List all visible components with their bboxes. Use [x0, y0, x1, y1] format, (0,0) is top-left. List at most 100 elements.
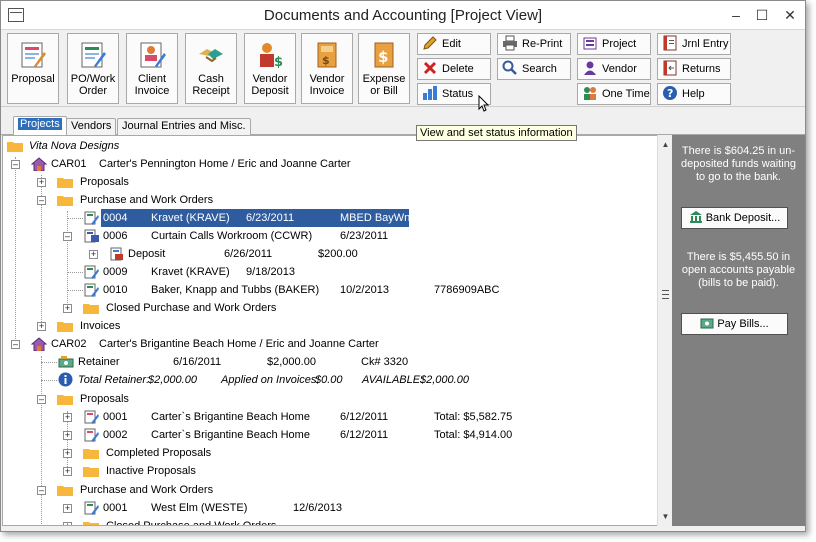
po-work-order-button[interactable]: PO/Work Order	[67, 33, 119, 104]
tab-projects-label: Projects	[18, 118, 62, 130]
project-button[interactable]: Project	[577, 33, 651, 55]
bank-deposit-label: Bank Deposit...	[705, 212, 781, 224]
side-panel: There is $604.25 in un-deposited funds w…	[672, 135, 805, 526]
tab-projects[interactable]: Projects	[13, 116, 67, 136]
accounts-payable-message: There is $5,455.50 in open accounts paya…	[681, 251, 796, 289]
delete-button[interactable]: Delete	[417, 58, 491, 80]
jrnl-entry-button[interactable]: Jrnl Entry	[657, 33, 731, 55]
close-icon[interactable]: ✕	[773, 1, 807, 29]
closed-po2-label: Closed Purchase and Work Orders	[106, 520, 277, 526]
one-time-button[interactable]: One Time	[577, 83, 651, 105]
expand-icon[interactable]: +	[37, 178, 46, 187]
expand-icon[interactable]: +	[63, 304, 72, 313]
tab-vendors-label: Vendors	[71, 120, 112, 132]
proposals2-label: Proposals	[80, 393, 129, 405]
retainer-amount: $2,000.00	[267, 356, 316, 368]
tab-journal-entries[interactable]: Journal Entries and Misc.	[117, 118, 251, 135]
expand-icon[interactable]: +	[63, 431, 72, 440]
purchase-order-icon	[84, 501, 99, 515]
undeposited-funds-message: There is $604.25 in un-deposited funds w…	[681, 145, 796, 183]
tree-guide	[67, 290, 83, 291]
one-time-label: One Time	[602, 88, 650, 100]
mouse-cursor-icon	[478, 95, 490, 112]
scroll-down-icon[interactable]: ▼	[658, 509, 673, 524]
vendor-deposit-label-1: Vendor	[252, 73, 288, 85]
delete-label: Delete	[442, 63, 474, 75]
folder-icon	[57, 196, 73, 206]
expand-icon[interactable]: +	[63, 467, 72, 476]
reprint-button[interactable]: Re-Print	[497, 33, 571, 55]
vendor-label: Vendor	[602, 63, 637, 75]
expand-icon[interactable]: +	[63, 504, 72, 513]
collapse-icon[interactable]: –	[11, 340, 20, 349]
vendor-person-icon	[584, 61, 596, 76]
returns-button[interactable]: Returns	[657, 58, 731, 80]
vendor-invoice-label-2: Invoice	[309, 85, 345, 97]
title-bar: Documents and Accounting [Project View] …	[1, 1, 805, 30]
vendor-invoice-button[interactable]: $ Vendor Invoice	[301, 33, 353, 104]
collapse-icon[interactable]: –	[63, 232, 72, 241]
pencil-icon	[423, 36, 437, 50]
folder-icon	[83, 467, 99, 477]
vendor-deposit-button[interactable]: $ Vendor Deposit	[244, 33, 296, 104]
search-button[interactable]: Search	[497, 58, 571, 80]
po2-0001-vendor: West Elm (WESTE)	[151, 502, 248, 514]
collapse-icon[interactable]: –	[37, 395, 46, 404]
po-wo2-label: Purchase and Work Orders	[80, 484, 214, 496]
proposals-label: Proposals	[80, 176, 129, 188]
scroll-up-icon[interactable]: ▲	[658, 137, 673, 152]
returns-label: Returns	[682, 63, 721, 75]
car02-code: CAR02	[51, 338, 87, 350]
expand-icon[interactable]: +	[63, 449, 72, 458]
status-label: Status	[442, 88, 474, 100]
status-tooltip: View and set status information	[416, 125, 577, 141]
proposal-icon	[84, 428, 99, 442]
collapse-icon[interactable]: –	[37, 196, 46, 205]
proposal-button[interactable]: Proposal	[7, 33, 59, 104]
po2-0001-num: 0001	[103, 502, 128, 514]
journal-icon	[663, 35, 677, 51]
folder-icon	[57, 322, 73, 332]
edit-button[interactable]: Edit	[417, 33, 491, 55]
cash-receipt-button[interactable]: Cash Receipt	[185, 33, 237, 104]
scroll-grip-icon[interactable]	[662, 290, 669, 299]
po-0006-vendor: Curtain Calls Workroom (CCWR)	[151, 230, 313, 242]
proposal-0002-num: 0002	[103, 429, 128, 441]
closed-po-label: Closed Purchase and Work Orders	[106, 302, 277, 314]
po-0009-date: 9/18/2013	[246, 266, 295, 278]
proposal-0001-num: 0001	[103, 411, 128, 423]
po-0010-vendor: Baker, Knapp and Tubbs (BAKER)	[151, 284, 320, 296]
expand-icon[interactable]: +	[63, 522, 72, 525]
expand-icon[interactable]: +	[63, 413, 72, 422]
po-row-0004[interactable]: 0004 Kravet (KRAVE) 6/23/2011 MBED BayWn	[3, 209, 657, 227]
vendor-button[interactable]: Vendor	[577, 58, 651, 80]
svg-text:$: $	[274, 55, 283, 70]
folder-icon	[57, 395, 73, 405]
client-invoice-button[interactable]: Client Invoice	[126, 33, 178, 104]
house-icon	[31, 337, 47, 351]
handshake-icon	[199, 49, 223, 63]
help-button[interactable]: ? Help	[657, 83, 731, 105]
proposal-0002-total: Total: $4,914.00	[434, 429, 513, 441]
collapse-icon[interactable]: –	[37, 486, 46, 495]
svg-text:?: ?	[667, 87, 673, 100]
project-icon	[583, 37, 597, 50]
pay-bills-button[interactable]: Pay Bills...	[681, 313, 788, 335]
vendor-deposit-icon: $	[260, 43, 283, 70]
proposal-icon	[84, 410, 99, 424]
expense-or-bill-button[interactable]: $ Expense or Bill	[358, 33, 410, 104]
tab-vendors[interactable]: Vendors	[66, 118, 117, 135]
tree-guide	[41, 356, 42, 525]
main-window: Documents and Accounting [Project View] …	[0, 0, 806, 532]
expand-icon[interactable]: +	[37, 322, 46, 331]
expense-icon: $	[374, 42, 394, 68]
retainer-date: 6/16/2011	[173, 356, 222, 368]
tree-scrollbar[interactable]: ▲ ▼	[657, 135, 672, 526]
expand-icon[interactable]: +	[89, 250, 98, 259]
proposal-0001-date: 6/12/2011	[340, 411, 389, 423]
bank-deposit-button[interactable]: Bank Deposit...	[681, 207, 788, 229]
tree-guide	[67, 218, 83, 219]
vendor-invoice-label-1: Vendor	[309, 73, 345, 85]
project-tree[interactable]: Vita Nova Designs – CAR01 Carter's Penni…	[2, 135, 658, 526]
collapse-icon[interactable]: –	[11, 160, 20, 169]
